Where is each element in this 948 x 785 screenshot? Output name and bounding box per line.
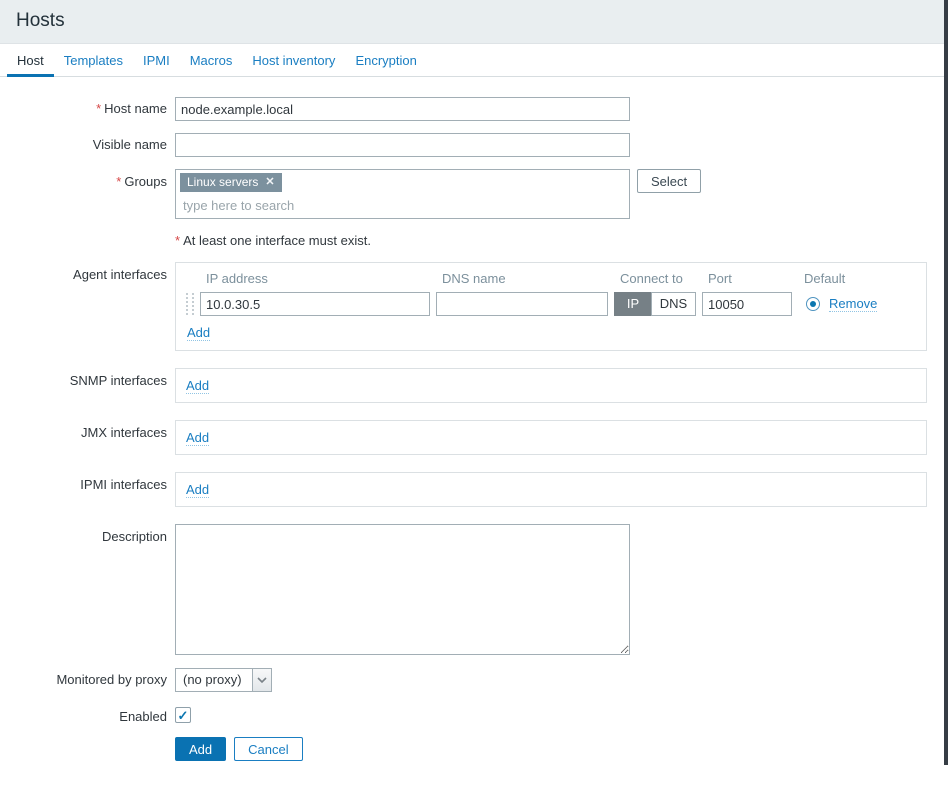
proxy-select[interactable]: (no proxy) bbox=[175, 668, 272, 692]
page-edge-strip bbox=[944, 0, 948, 765]
chevron-down-icon bbox=[252, 669, 271, 691]
tab-encryption[interactable]: Encryption bbox=[345, 44, 426, 77]
page-header: Hosts bbox=[0, 0, 948, 44]
agent-interface-row: IP DNS Remove bbox=[186, 292, 916, 316]
ipmi-interfaces-row: IPMI interfaces Add bbox=[0, 472, 948, 507]
snmp-interfaces-row: SNMP interfaces Add bbox=[0, 368, 948, 403]
jmx-interfaces-box: Add bbox=[175, 420, 927, 455]
description-label: Description bbox=[0, 524, 175, 655]
host-name-row: *Host name bbox=[0, 97, 948, 121]
groups-row: *Groups Linux servers Select bbox=[0, 169, 948, 219]
chip-remove-icon[interactable] bbox=[265, 177, 274, 188]
cancel-button[interactable]: Cancel bbox=[234, 737, 302, 761]
tab-host[interactable]: Host bbox=[7, 44, 54, 77]
column-port: Port bbox=[702, 271, 792, 286]
description-textarea[interactable] bbox=[175, 524, 630, 655]
column-default: Default bbox=[798, 271, 845, 286]
group-chip: Linux servers bbox=[180, 173, 282, 192]
jmx-interfaces-row: JMX interfaces Add bbox=[0, 420, 948, 455]
host-name-label: *Host name bbox=[0, 97, 175, 121]
required-mark: * bbox=[96, 101, 101, 116]
column-ip-address: IP address bbox=[200, 271, 430, 286]
remove-interface-link[interactable]: Remove bbox=[829, 296, 877, 312]
enabled-row: Enabled bbox=[0, 705, 948, 724]
tab-bar: Host Templates IPMI Macros Host inventor… bbox=[0, 44, 948, 77]
description-row: Description bbox=[0, 524, 948, 655]
required-mark: * bbox=[116, 174, 121, 189]
tab-templates[interactable]: Templates bbox=[54, 44, 133, 77]
agent-interfaces-header: IP address DNS name Connect to Port Defa… bbox=[186, 271, 916, 286]
groups-select-button[interactable]: Select bbox=[637, 169, 701, 193]
default-radio[interactable] bbox=[806, 297, 820, 311]
page-title: Hosts bbox=[16, 10, 932, 32]
add-button[interactable]: Add bbox=[175, 737, 226, 761]
ipmi-interfaces-box: Add bbox=[175, 472, 927, 507]
connect-to-toggle: IP DNS bbox=[614, 292, 696, 316]
snmp-interfaces-label: SNMP interfaces bbox=[0, 368, 175, 403]
visible-name-label: Visible name bbox=[0, 133, 175, 157]
required-mark: * bbox=[175, 233, 180, 248]
add-ipmi-interface-link[interactable]: Add bbox=[186, 482, 209, 498]
proxy-selected-value: (no proxy) bbox=[176, 669, 252, 691]
column-connect-to: Connect to bbox=[614, 271, 696, 286]
tab-host-inventory[interactable]: Host inventory bbox=[242, 44, 345, 77]
tab-ipmi[interactable]: IPMI bbox=[133, 44, 180, 77]
enabled-label: Enabled bbox=[0, 705, 175, 724]
host-form: *Host name Visible name *Groups Linux se… bbox=[0, 77, 948, 785]
add-snmp-interface-link[interactable]: Add bbox=[186, 378, 209, 394]
visible-name-row: Visible name bbox=[0, 133, 948, 157]
proxy-row: Monitored by proxy (no proxy) bbox=[0, 668, 948, 692]
connect-ip-option[interactable]: IP bbox=[614, 292, 652, 316]
ipmi-interfaces-label: IPMI interfaces bbox=[0, 472, 175, 507]
drag-handle-icon[interactable] bbox=[186, 293, 194, 315]
jmx-interfaces-label: JMX interfaces bbox=[0, 420, 175, 455]
add-jmx-interface-link[interactable]: Add bbox=[186, 430, 209, 446]
visible-name-input[interactable] bbox=[175, 133, 630, 157]
proxy-label: Monitored by proxy bbox=[0, 668, 175, 692]
agent-interfaces-label: Agent interfaces bbox=[0, 262, 175, 351]
groups-label: *Groups bbox=[0, 169, 175, 219]
interface-dns-input[interactable] bbox=[436, 292, 608, 316]
tab-macros[interactable]: Macros bbox=[180, 44, 243, 77]
interface-note-row: *At least one interface must exist. bbox=[0, 231, 948, 248]
snmp-interfaces-box: Add bbox=[175, 368, 927, 403]
interface-ip-input[interactable] bbox=[200, 292, 430, 316]
interface-note: *At least one interface must exist. bbox=[175, 231, 371, 248]
host-name-input[interactable] bbox=[175, 97, 630, 121]
default-cell: Remove bbox=[806, 296, 877, 312]
groups-search-input[interactable] bbox=[180, 196, 607, 215]
groups-multiselect[interactable]: Linux servers bbox=[175, 169, 630, 219]
agent-interfaces-row: Agent interfaces IP address DNS name Con… bbox=[0, 262, 948, 351]
add-agent-interface-link[interactable]: Add bbox=[187, 325, 210, 341]
actions-row: Add Cancel bbox=[0, 737, 948, 761]
column-dns-name: DNS name bbox=[436, 271, 608, 286]
group-chip-label: Linux servers bbox=[187, 176, 258, 189]
connect-dns-option[interactable]: DNS bbox=[651, 292, 696, 316]
enabled-checkbox[interactable] bbox=[175, 707, 191, 723]
interface-port-input[interactable] bbox=[702, 292, 792, 316]
agent-interfaces-box: IP address DNS name Connect to Port Defa… bbox=[175, 262, 927, 351]
